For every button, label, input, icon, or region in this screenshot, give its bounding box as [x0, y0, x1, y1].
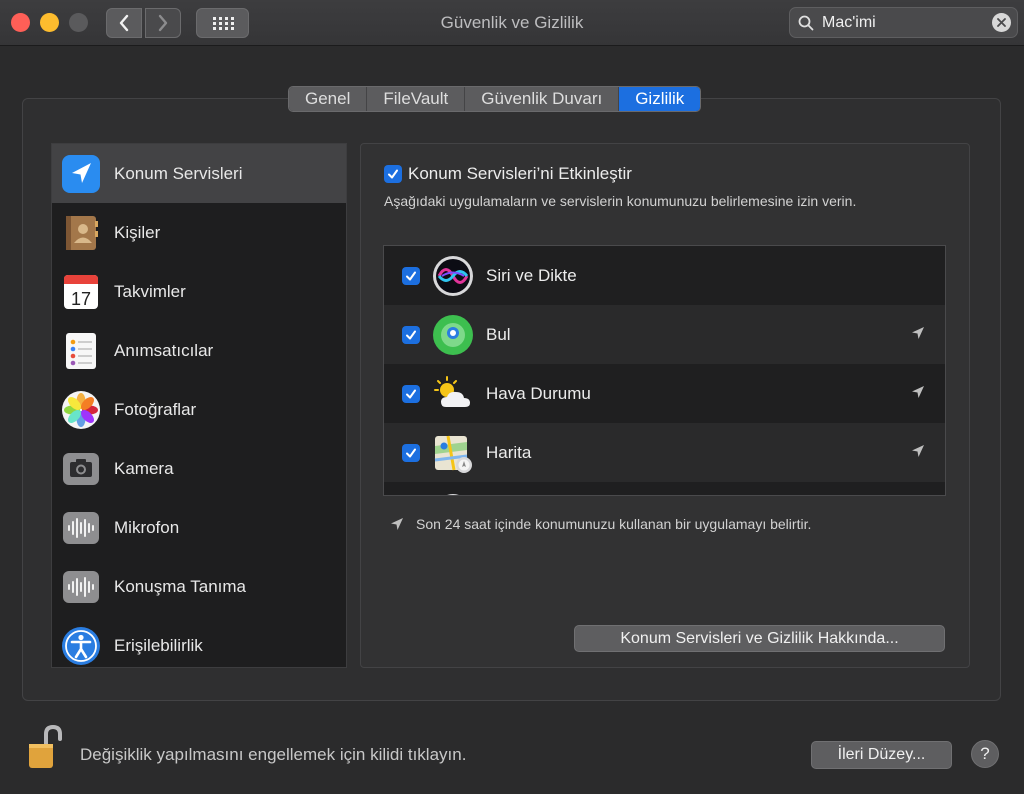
- app-row-siri[interactable]: Siri ve Dikte: [384, 246, 945, 305]
- app-row-weather[interactable]: Hava Durumu: [384, 364, 945, 423]
- back-button[interactable]: [106, 8, 142, 38]
- help-button[interactable]: ?: [971, 740, 999, 768]
- tab-bar: Genel FileVault Güvenlik Duvarı Gizlilik: [288, 86, 702, 112]
- advanced-button[interactable]: İleri Düzey...: [811, 741, 952, 769]
- tab-filevault[interactable]: FileVault: [367, 87, 466, 111]
- sidebar-item-label: Erişilebilirlik: [114, 635, 203, 655]
- unlocked-padlock-icon: [29, 724, 62, 768]
- legend-text: Son 24 saat içinde konumunuzu kullanan b…: [416, 516, 812, 532]
- maps-icon: [432, 432, 474, 474]
- sidebar-item-label: Fotoğraflar: [114, 399, 197, 419]
- checkmark-icon: [388, 169, 398, 179]
- search-field[interactable]: Mac'imi: [789, 7, 1018, 38]
- close-window-button[interactable]: [11, 13, 30, 32]
- camera-icon: [61, 449, 101, 489]
- sidebar-item-label: Konuşma Tanıma: [114, 576, 246, 596]
- microphone-waveform-icon: [61, 508, 101, 548]
- sidebar-item-label: Takvimler: [114, 281, 186, 301]
- app-checkbox[interactable]: [402, 384, 420, 403]
- title-bar: Güvenlik ve Gizlilik Mac'imi: [0, 0, 1024, 46]
- checkmark-icon: [406, 271, 416, 280]
- app-label: Harita: [486, 442, 532, 462]
- search-icon: [798, 15, 814, 30]
- recent-location-arrow-icon: [912, 445, 924, 457]
- tab-genel[interactable]: Genel: [289, 87, 368, 111]
- sidebar-item-camera[interactable]: Kamera: [52, 439, 346, 498]
- app-row-maps[interactable]: Harita: [384, 423, 945, 482]
- speech-waveform-icon: [61, 567, 101, 607]
- location-legend: Son 24 saat içinde konumunuzu kullanan b…: [390, 516, 811, 532]
- enable-location-services-checkbox[interactable]: Konum Servisleri’ni Etkinleştir: [384, 164, 632, 184]
- location-app-list[interactable]: Siri ve Dikte Bul Hava Durumu Harita: [383, 245, 946, 496]
- contacts-book-icon: [61, 213, 101, 253]
- checkmark-icon: [406, 330, 416, 339]
- location-arrow-icon: [61, 154, 101, 194]
- forward-button[interactable]: [145, 8, 181, 38]
- calendar-icon: 17: [61, 272, 101, 312]
- accessibility-icon: [61, 626, 101, 666]
- privacy-category-list: Konum Servisleri Kişiler 17 Takvimler An…: [51, 143, 347, 668]
- recent-location-arrow-icon: [912, 327, 924, 339]
- sidebar-item-accessibility[interactable]: Erişilebilirlik: [52, 616, 346, 675]
- search-input[interactable]: Mac'imi: [822, 14, 992, 32]
- sidebar-item-location-services[interactable]: Konum Servisleri: [52, 144, 346, 203]
- zoom-window-button[interactable]: [69, 13, 88, 32]
- photos-icon: [61, 390, 101, 430]
- lock-button[interactable]: [28, 724, 64, 775]
- sidebar-item-label: Konum Servisleri: [114, 163, 243, 183]
- checkmark-icon: [406, 389, 416, 398]
- chevron-left-icon: [119, 14, 129, 32]
- sidebar-item-contacts[interactable]: Kişiler: [52, 203, 346, 262]
- checkmark-icon: [406, 448, 416, 457]
- app-checkbox[interactable]: [402, 325, 420, 344]
- location-arrow-legend-icon: [391, 518, 403, 530]
- svg-text:17: 17: [71, 289, 91, 309]
- enable-location-services-label: Konum Servisleri’ni Etkinleştir: [408, 164, 632, 183]
- about-location-privacy-button[interactable]: Konum Servisleri ve Gizlilik Hakkında...: [574, 625, 945, 652]
- app-checkbox[interactable]: [402, 443, 420, 462]
- checkbox[interactable]: [384, 165, 402, 183]
- sidebar-item-label: Anımsatıcılar: [114, 340, 214, 360]
- sidebar-item-label: Kamera: [114, 458, 174, 478]
- lock-instruction-text: Değişiklik yapılmasını engellemek için k…: [80, 745, 467, 764]
- chevron-right-icon: [158, 14, 168, 32]
- reminders-icon: [61, 331, 101, 371]
- close-icon: [997, 18, 1006, 27]
- show-all-button[interactable]: [196, 8, 249, 38]
- sidebar-item-speech-recognition[interactable]: Konuşma Tanıma: [52, 557, 346, 616]
- app-row-partial[interactable]: [384, 482, 945, 495]
- siri-icon: [432, 255, 474, 297]
- minimize-window-button[interactable]: [40, 13, 59, 32]
- app-label: Hava Durumu: [486, 383, 591, 403]
- weather-icon: [432, 373, 474, 415]
- grid-icon: [212, 17, 234, 30]
- sidebar-item-label: Mikrofon: [114, 517, 180, 537]
- tab-firewall[interactable]: Güvenlik Duvarı: [465, 87, 620, 111]
- app-row-find-my[interactable]: Bul: [384, 305, 945, 364]
- recent-location-arrow-icon: [912, 386, 924, 398]
- app-label: Bul: [486, 324, 511, 344]
- clear-search-button[interactable]: [992, 13, 1011, 32]
- app-label: Siri ve Dikte: [486, 265, 577, 285]
- app-icon-partial: [432, 491, 474, 495]
- sidebar-item-photos[interactable]: Fotoğraflar: [52, 380, 346, 439]
- location-description: Aşağıdaki uygulamaların ve servislerin k…: [384, 193, 857, 209]
- sidebar-item-calendars[interactable]: 17 Takvimler: [52, 262, 346, 321]
- find-my-icon: [432, 314, 474, 356]
- app-checkbox[interactable]: [402, 266, 420, 285]
- sidebar-item-reminders[interactable]: Anımsatıcılar: [52, 321, 346, 380]
- tab-privacy[interactable]: Gizlilik: [619, 87, 701, 111]
- sidebar-item-microphone[interactable]: Mikrofon: [52, 498, 346, 557]
- sidebar-item-label: Kişiler: [114, 222, 161, 242]
